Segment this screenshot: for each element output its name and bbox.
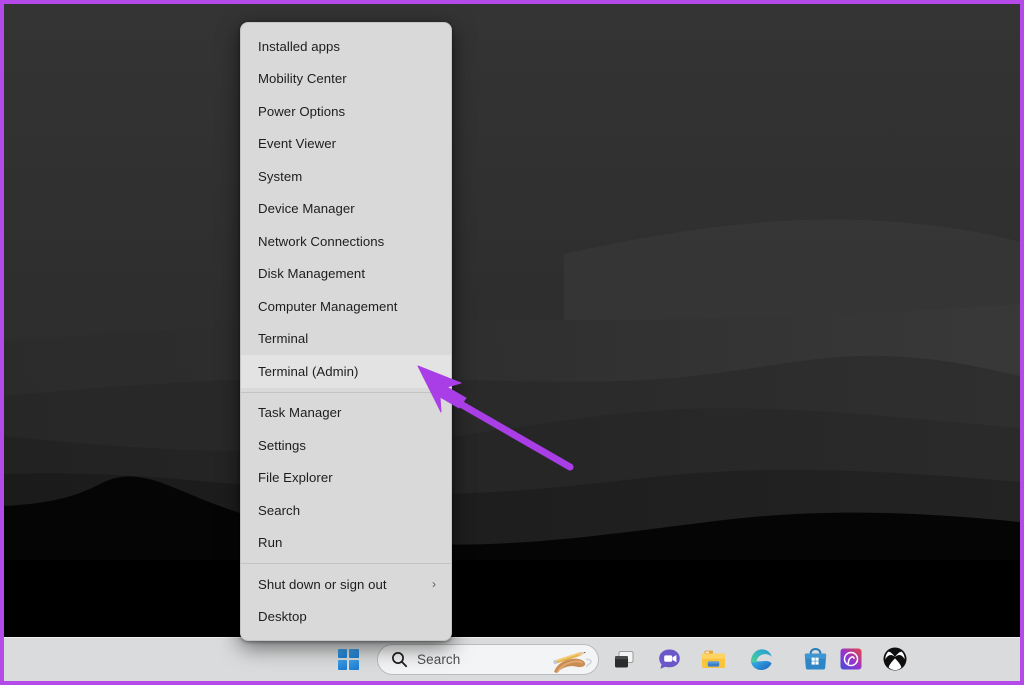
taskbar-item-xbox[interactable]: [875, 639, 915, 679]
menu-item-label: Task Manager: [258, 405, 342, 421]
screen: Installed apps Mobility Center Power Optio…: [0, 0, 1024, 685]
menu-item-computer-management[interactable]: Computer Management: [241, 290, 451, 323]
menu-item-label: Disk Management: [258, 266, 366, 282]
menu-item-label: Event Viewer: [258, 136, 337, 152]
menu-item-task-manager[interactable]: Task Manager: [241, 397, 451, 430]
hand-writing-pencil-icon: [553, 651, 592, 673]
wallpaper-mountains: [4, 4, 1020, 637]
task-view-icon: [614, 650, 633, 667]
menu-item-installed-apps[interactable]: Installed apps: [241, 30, 451, 63]
menu-item-label: Mobility Center: [258, 71, 347, 87]
menu-item-device-manager[interactable]: Device Manager: [241, 193, 451, 226]
menu-item-label: Shut down or sign out: [258, 576, 387, 592]
menu-separator: [241, 391, 451, 393]
menu-item-label: Run: [258, 535, 283, 551]
menu-item-file-explorer[interactable]: File Explorer: [241, 462, 451, 495]
menu-item-label: Terminal: [258, 331, 309, 347]
start-button[interactable]: [328, 639, 368, 679]
power-user-context-menu[interactable]: Installed apps Mobility Center Power Optio…: [240, 22, 452, 641]
taskbar[interactable]: Search: [4, 637, 1020, 681]
taskbar-item-task-view[interactable]: [604, 639, 644, 679]
copilot-icon: [840, 648, 862, 670]
menu-item-label: Power Options: [258, 103, 346, 119]
menu-item-settings[interactable]: Settings: [241, 429, 451, 462]
chat-bubble-icon: [658, 649, 680, 669]
windows-logo-icon: [337, 648, 359, 670]
menu-item-shut-down-or-sign-out[interactable]: Shut down or sign out ›: [241, 568, 451, 601]
menu-item-label: Network Connections: [258, 233, 385, 249]
menu-item-mobility-center[interactable]: Mobility Center: [241, 63, 451, 96]
desktop-wallpaper[interactable]: [4, 4, 1020, 637]
menu-item-search[interactable]: Search: [241, 494, 451, 527]
menu-item-disk-management[interactable]: Disk Management: [241, 258, 451, 291]
menu-item-terminal-admin[interactable]: Terminal (Admin): [241, 355, 451, 388]
edge-icon: [750, 648, 772, 670]
xbox-icon: [883, 647, 907, 671]
taskbar-item-chat[interactable]: [649, 639, 689, 679]
menu-item-event-viewer[interactable]: Event Viewer: [241, 128, 451, 161]
menu-item-label: Settings: [258, 437, 307, 453]
menu-item-network-connections[interactable]: Network Connections: [241, 225, 451, 258]
taskbar-item-microsoft-store[interactable]: [795, 639, 835, 679]
search-box[interactable]: Search: [377, 644, 599, 675]
search-input[interactable]: Search: [417, 652, 548, 667]
chevron-right-icon: ›: [431, 577, 436, 592]
menu-item-system[interactable]: System: [241, 160, 451, 193]
search-icon: [392, 652, 408, 668]
menu-item-desktop[interactable]: Desktop: [241, 601, 451, 634]
taskbar-item-file-explorer[interactable]: [693, 639, 733, 679]
menu-item-run[interactable]: Run: [241, 527, 451, 560]
taskbar-item-edge[interactable]: [741, 639, 781, 679]
taskbar-item-copilot[interactable]: [831, 639, 871, 679]
store-bag-icon: [804, 647, 826, 669]
menu-item-label: Installed apps: [258, 38, 341, 54]
menu-item-power-options[interactable]: Power Options: [241, 95, 451, 128]
folder-icon: [701, 650, 725, 668]
menu-item-label: Device Manager: [258, 201, 355, 217]
menu-item-label: Search: [258, 502, 301, 518]
menu-item-label: Computer Management: [258, 298, 398, 314]
menu-item-label: Desktop: [258, 609, 307, 625]
menu-item-label: Terminal (Admin): [258, 363, 359, 379]
menu-item-terminal[interactable]: Terminal: [241, 323, 451, 356]
menu-item-label: System: [258, 168, 303, 184]
menu-separator: [241, 563, 451, 564]
menu-item-label: File Explorer: [258, 470, 333, 486]
